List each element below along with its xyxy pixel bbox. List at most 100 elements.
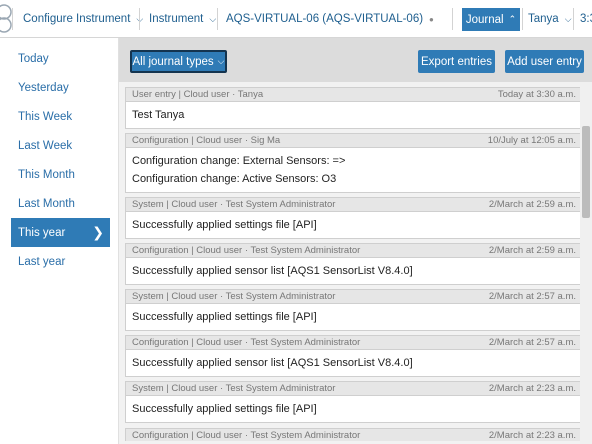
journal-entry[interactable]: User entry | Cloud user · Tanya Today at … — [125, 87, 583, 129]
entry-body: Successfully applied settings file [API] — [125, 303, 583, 331]
nav-divider — [522, 8, 523, 30]
add-user-entry-button[interactable]: Add user entry — [505, 50, 584, 73]
sidebar-item-label: Last Month — [18, 197, 75, 210]
instrument-name: AQS-VIRTUAL-06 (AQS-VIRTUAL-06) — [226, 13, 424, 25]
entry-meta: System | Cloud user · Test System Admini… — [132, 291, 336, 302]
instrument-menu[interactable]: Instrument ⌵ — [149, 0, 216, 38]
entry-time: Today at 3:30 a.m. — [497, 89, 576, 100]
journal-types-label: All journal types — [132, 55, 214, 68]
entry-body: Successfully applied sensor list [AQS1 S… — [125, 257, 583, 285]
entry-header: Configuration | Cloud user · Test System… — [125, 243, 583, 257]
sidebar-item-this-year[interactable]: This year ❯ — [11, 218, 110, 247]
nav-divider — [217, 8, 218, 30]
entry-text: Configuration change: Active Sensors: O3 — [132, 173, 337, 185]
sidebar-item-label: Yesterday — [18, 81, 69, 94]
entry-meta: Configuration | Cloud user · Test System… — [132, 245, 361, 256]
journal-label: Journal — [465, 13, 504, 26]
entry-text: Test Tanya — [132, 109, 185, 121]
sidebar-item-label: This Month — [18, 168, 75, 181]
journal-menu[interactable]: Journal ⌃ — [462, 8, 520, 31]
journal-entry[interactable]: Configuration | Cloud user · Sig Ma 10/Ju… — [125, 133, 583, 193]
entry-meta: System | Cloud user · Test System Admini… — [132, 383, 336, 394]
sidebar-item-label: This Week — [18, 110, 73, 123]
dot-icon: ● — [429, 14, 434, 24]
period-sidebar: Today Yesterday This Week Last Week This… — [0, 38, 112, 444]
entry-body: Successfully applied settings file [API] — [125, 211, 583, 239]
entry-header: Configuration | Cloud user · Test System… — [125, 335, 583, 349]
nav-divider — [139, 8, 140, 30]
scrollbar-thumb[interactable] — [582, 126, 590, 218]
entry-meta: User entry | Cloud user · Tanya — [132, 89, 264, 100]
sidebar-item-label: Last Week — [18, 139, 73, 152]
entry-header: System | Cloud user · Test System Admini… — [125, 289, 583, 303]
journal-toolbar: All journal types ⌵ Export entries Add u… — [119, 38, 592, 82]
entry-time: 2/March at 2:59 a.m. — [488, 245, 576, 256]
entry-time: 2/March at 2:59 a.m. — [488, 199, 576, 210]
entry-text: Successfully applied sensor list [AQS1 S… — [132, 357, 413, 369]
add-user-entry-label: Add user entry — [507, 55, 582, 68]
entry-meta: Configuration | Cloud user · Sig Ma — [132, 135, 281, 146]
journal-entry[interactable]: Configuration | Cloud user · Test System… — [125, 428, 583, 441]
entry-time: 2/March at 2:57 a.m. — [488, 337, 576, 348]
entry-text: Successfully applied sensor list [AQS1 S… — [132, 265, 413, 277]
entry-time: 10/July at 12:05 a.m. — [487, 135, 576, 146]
configure-instrument-label: Configure Instrument — [23, 13, 131, 25]
sidebar-item-label: Last year — [18, 255, 66, 268]
sidebar-item-last-year[interactable]: Last year — [11, 247, 110, 276]
nav-divider — [452, 8, 453, 30]
journal-entry[interactable]: System | Cloud user · Test System Admini… — [125, 197, 583, 239]
entry-body: Successfully applied settings file [API] — [125, 395, 583, 423]
entry-header: System | Cloud user · Test System Admini… — [125, 381, 583, 395]
entry-header: Configuration | Cloud user · Sig Ma 10/Ju… — [125, 133, 583, 147]
entry-body: Test Tanya — [125, 101, 583, 129]
journal-entry[interactable]: Configuration | Cloud user · Test System… — [125, 335, 583, 377]
clock-text: 3:3 — [580, 13, 592, 25]
instrument-label: Instrument — [149, 13, 204, 25]
entry-body: Successfully applied sensor list [AQS1 S… — [125, 349, 583, 377]
journal-panel: All journal types ⌵ Export entries Add u… — [118, 38, 592, 444]
user-name: Tanya — [528, 13, 559, 25]
journal-entry[interactable]: System | Cloud user · Test System Admini… — [125, 289, 583, 331]
entry-meta: Configuration | Cloud user · Test System… — [132, 430, 361, 441]
chevron-down-icon: ⌵ — [209, 13, 217, 24]
sidebar-item-last-month[interactable]: Last Month — [11, 189, 110, 218]
entry-header: User entry | Cloud user · Tanya Today at … — [125, 87, 583, 101]
entry-text: Configuration change: External Sensors: … — [132, 155, 346, 167]
user-menu[interactable]: Tanya ⌵ — [528, 0, 572, 38]
entry-header: Configuration | Cloud user · Test System… — [125, 428, 583, 441]
chevron-down-icon: ⌵ — [217, 56, 225, 66]
chevron-down-icon: ⌵ — [564, 13, 572, 24]
export-entries-label: Export entries — [421, 55, 492, 68]
export-entries-button[interactable]: Export entries — [418, 50, 495, 73]
entry-time: 2/March at 2:57 a.m. — [488, 291, 576, 302]
entry-body: Configuration change: External Sensors: … — [125, 147, 583, 193]
sidebar-item-label: This year — [18, 226, 66, 239]
chevron-right-icon: ❯ — [92, 224, 104, 240]
entry-time: 2/March at 2:23 a.m. — [488, 430, 576, 441]
sidebar-item-today[interactable]: Today — [11, 44, 110, 73]
sidebar-item-this-week[interactable]: This Week — [11, 102, 110, 131]
entry-text: Successfully applied settings file [API] — [132, 403, 317, 415]
sidebar-item-this-month[interactable]: This Month — [11, 160, 110, 189]
entry-text: Successfully applied settings file [API] — [132, 311, 317, 323]
entry-header: System | Cloud user · Test System Admini… — [125, 197, 583, 211]
entry-meta: System | Cloud user · Test System Admini… — [132, 199, 336, 210]
sidebar-item-last-week[interactable]: Last Week — [11, 131, 110, 160]
sidebar-item-yesterday[interactable]: Yesterday — [11, 73, 110, 102]
journal-types-dropdown[interactable]: All journal types ⌵ — [130, 50, 227, 73]
clock-display: 3:3 — [580, 0, 592, 38]
journal-entry[interactable]: Configuration | Cloud user · Test System… — [125, 243, 583, 285]
nav-divider — [573, 8, 574, 30]
journal-entry-list: User entry | Cloud user · Tanya Today at … — [125, 87, 583, 441]
entry-time: 2/March at 2:23 a.m. — [488, 383, 576, 394]
entry-text: Successfully applied settings file [API] — [132, 219, 317, 231]
instrument-selector[interactable]: AQS-VIRTUAL-06 (AQS-VIRTUAL-06) ● — [226, 0, 434, 38]
sidebar-item-label: Today — [18, 52, 49, 65]
app-logo-icon — [0, 4, 12, 33]
configure-instrument-menu[interactable]: Configure Instrument ⌵ — [23, 0, 143, 38]
top-navigation-bar: Configure Instrument ⌵ Instrument ⌵ AQS-… — [0, 0, 592, 38]
chevron-up-icon: ⌃ — [508, 14, 517, 24]
entry-meta: Configuration | Cloud user · Test System… — [132, 337, 361, 348]
journal-entry[interactable]: System | Cloud user · Test System Admini… — [125, 381, 583, 423]
nav-divider — [12, 8, 13, 30]
